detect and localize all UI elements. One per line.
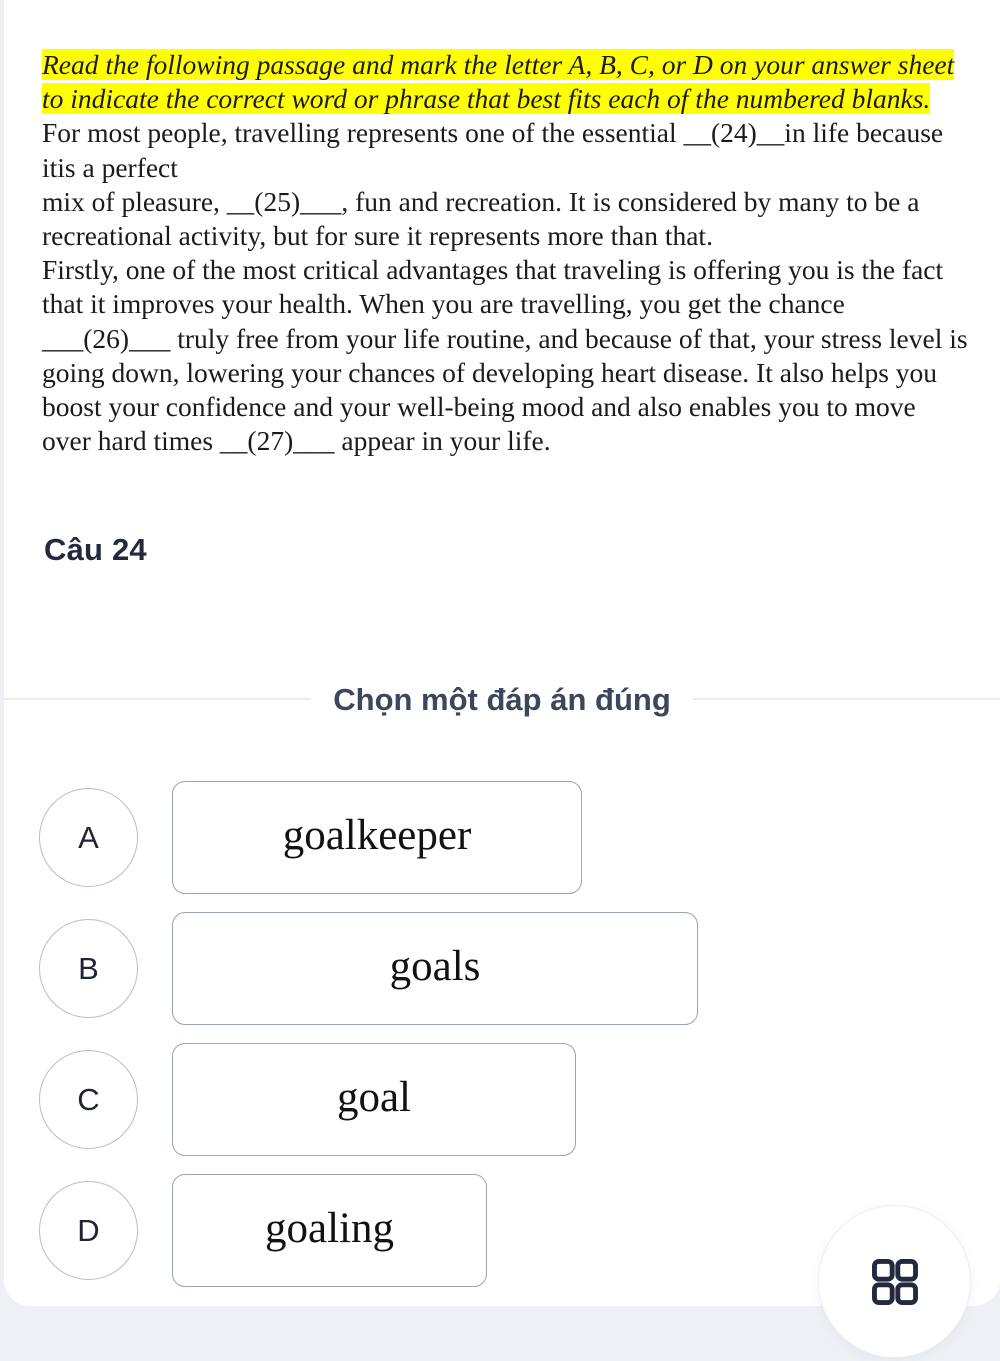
option-letter-c[interactable]: C xyxy=(39,1050,138,1149)
divider-line-left xyxy=(4,698,312,700)
option-letter-b[interactable]: B xyxy=(39,919,138,1018)
passage-instruction: Read the following passage and mark the … xyxy=(42,48,968,116)
app-root: Read the following passage and mark the … xyxy=(0,0,1000,1361)
answer-option-b[interactable]: B goals xyxy=(4,903,1000,1034)
reading-passage: Read the following passage and mark the … xyxy=(42,48,968,458)
choose-answer-divider: Chọn một đáp án đúng xyxy=(4,678,1000,720)
passage-body: For most people, travelling represents o… xyxy=(42,117,968,457)
option-text-a: goalkeeper xyxy=(282,812,472,859)
option-text-c: goal xyxy=(336,1074,412,1121)
passage-instruction-highlight: Read the following passage and mark the … xyxy=(42,49,955,115)
question-title: Câu 24 xyxy=(44,532,147,567)
divider-label: Chọn một đáp án đúng xyxy=(333,681,671,717)
answer-option-c[interactable]: C goal xyxy=(4,1034,1000,1165)
question-grid-fab[interactable] xyxy=(818,1205,971,1358)
option-letter-a[interactable]: A xyxy=(39,788,138,887)
option-letter-d[interactable]: D xyxy=(39,1181,138,1280)
grid-2x2-icon xyxy=(871,1258,918,1305)
option-text-d: goaling xyxy=(265,1205,394,1252)
option-box-d[interactable]: goaling xyxy=(172,1174,487,1287)
divider-line-right xyxy=(692,698,1000,700)
option-text-b: goals xyxy=(389,943,481,990)
question-card: Read the following passage and mark the … xyxy=(4,0,1000,1306)
option-box-c[interactable]: goal xyxy=(172,1043,576,1156)
option-box-b[interactable]: goals xyxy=(172,912,698,1025)
answer-option-a[interactable]: A goalkeeper xyxy=(4,772,1000,903)
option-box-a[interactable]: goalkeeper xyxy=(172,781,582,894)
